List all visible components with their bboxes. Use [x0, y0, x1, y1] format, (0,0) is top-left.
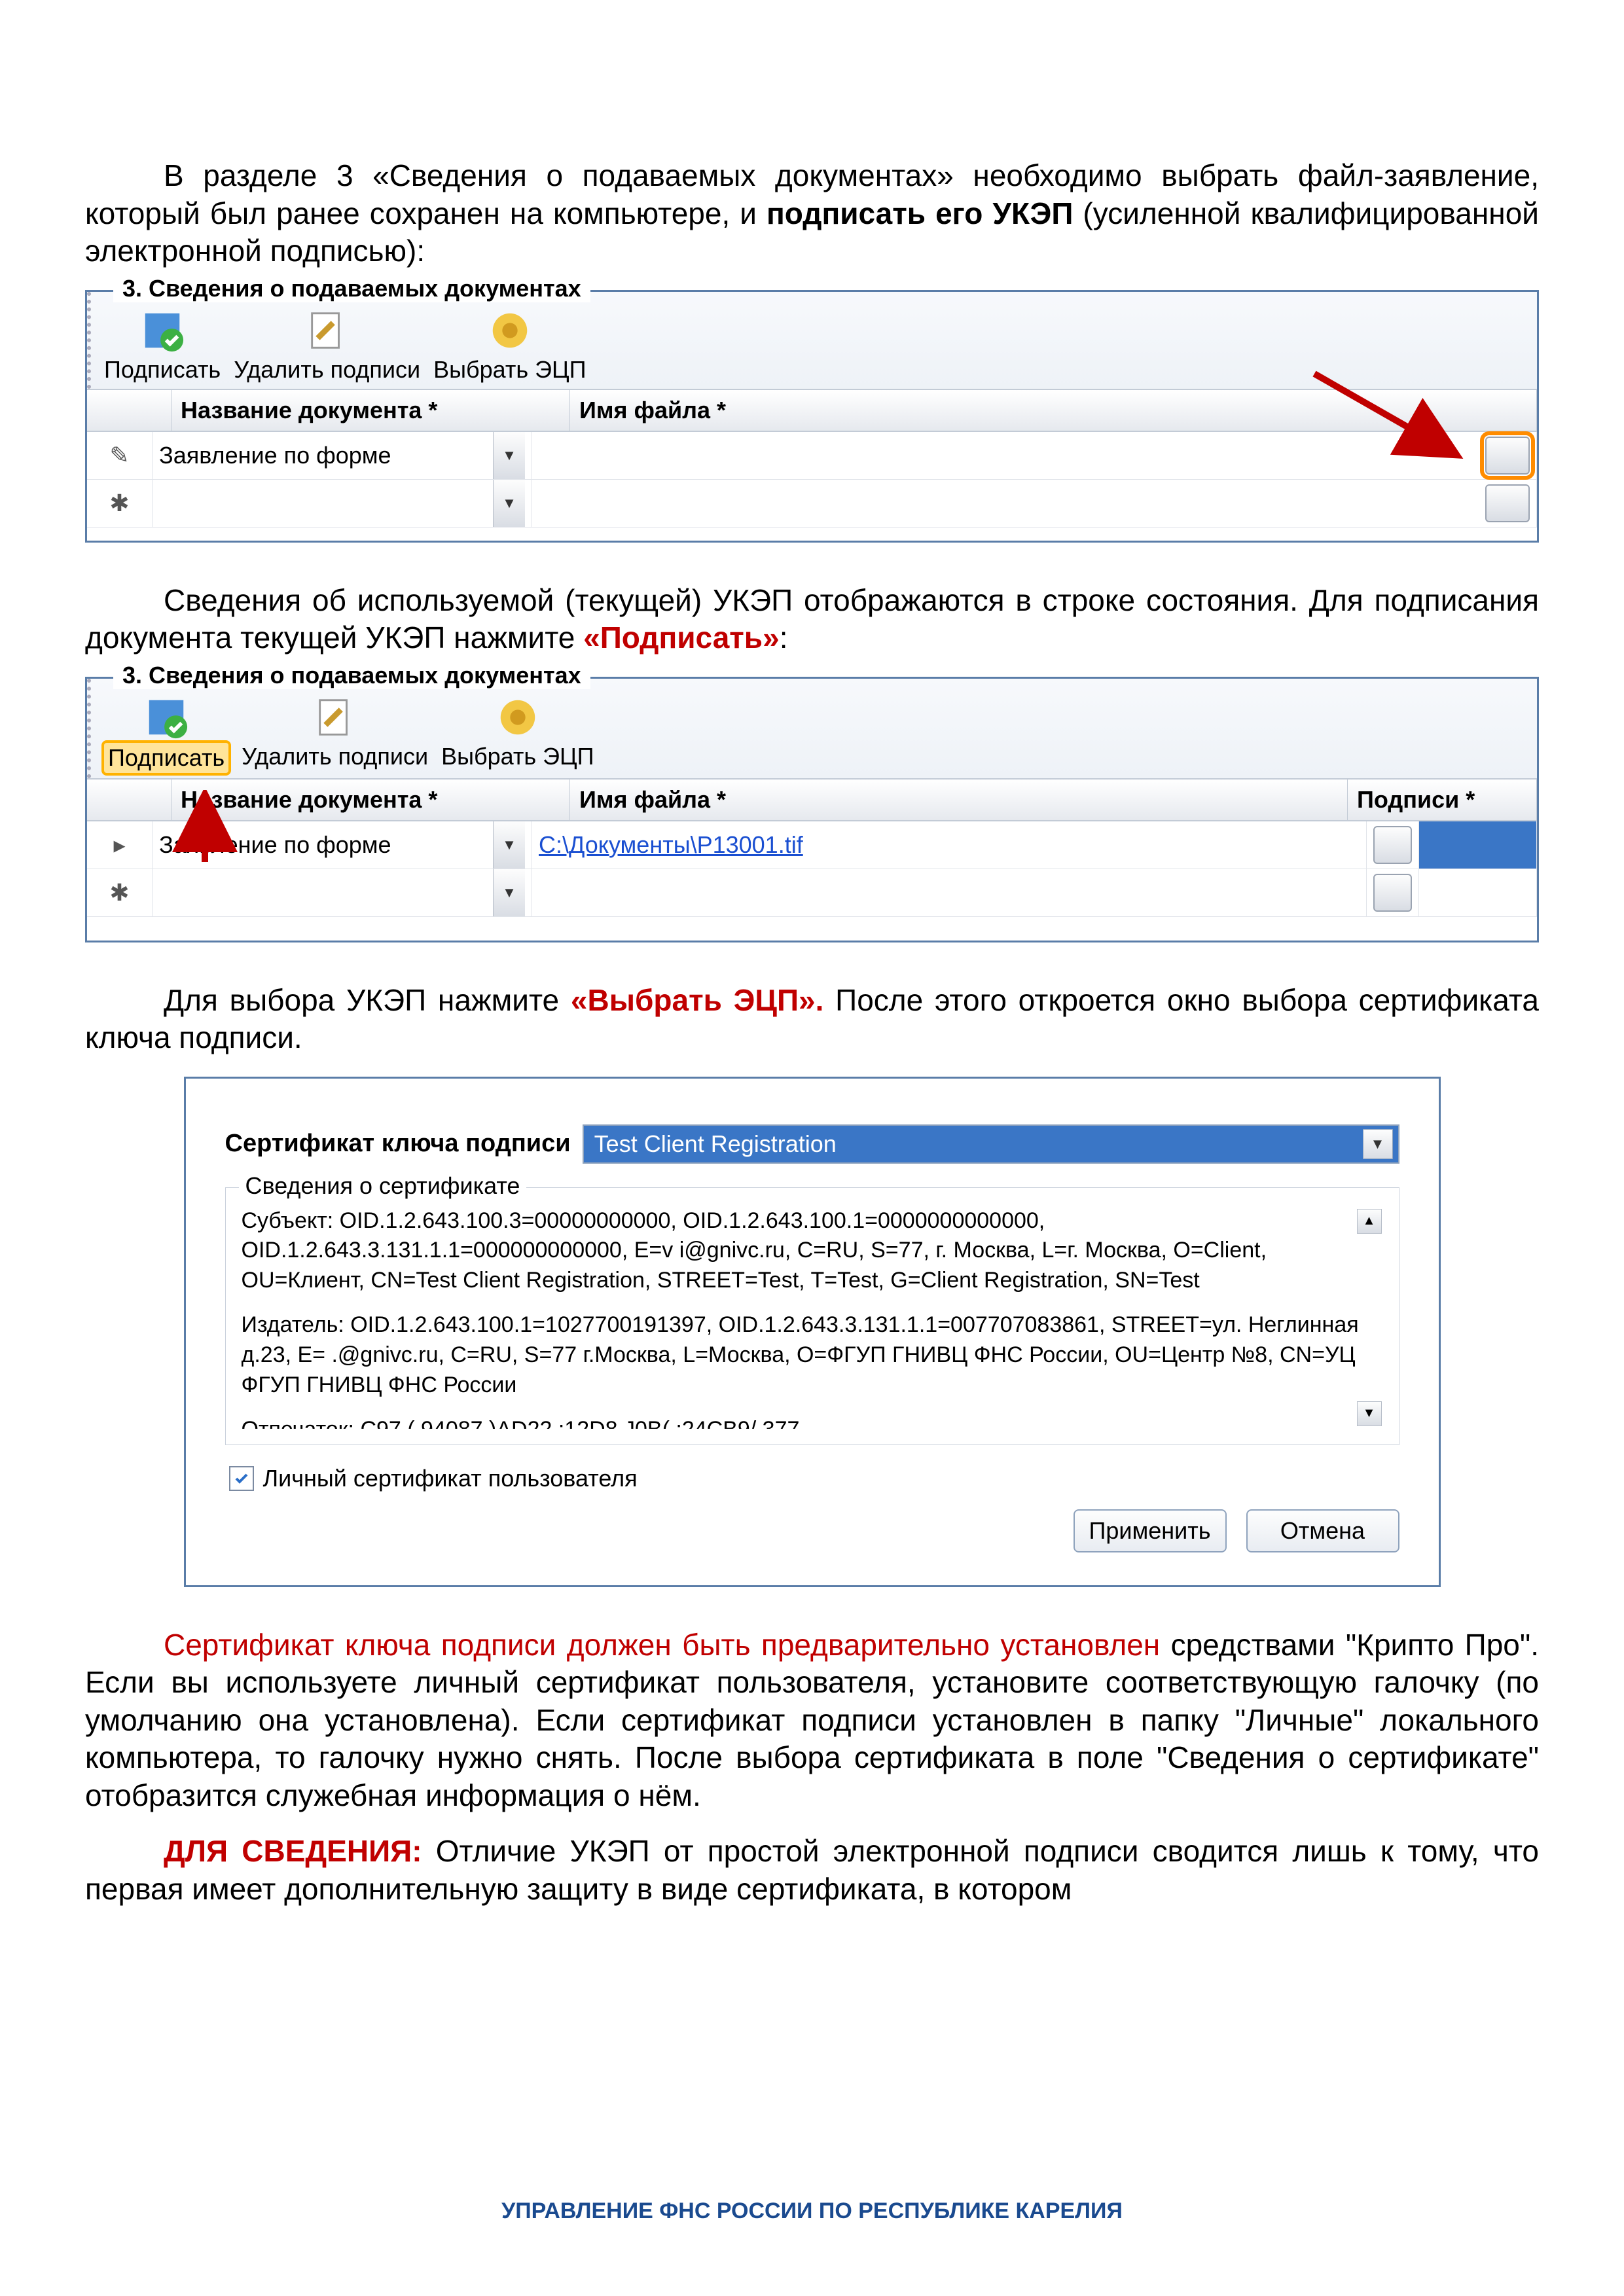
- paragraph-3: Для выбора УКЭП нажмите «Выбрать ЭЦП». П…: [85, 982, 1539, 1057]
- scroll-down-icon[interactable]: ▼: [1357, 1401, 1382, 1426]
- combo-value: Заявление по форме: [159, 831, 391, 859]
- text-red-bold: ДЛЯ СВЕДЕНИЯ:: [164, 1834, 422, 1868]
- seal-icon: [495, 694, 541, 740]
- personal-cert-checkbox[interactable]: [229, 1466, 254, 1491]
- sign-button[interactable]: Подписать: [104, 308, 221, 384]
- eraser-icon: [312, 694, 358, 740]
- col-doc-name: Название документа *: [171, 780, 570, 820]
- page-footer: УПРАВЛЕНИЕ ФНС РОССИИ ПО РЕСПУБЛИКЕ КАРЕ…: [0, 2198, 1624, 2224]
- delete-signatures-button[interactable]: Удалить подписи: [242, 694, 428, 773]
- table-row[interactable]: ✎ Заявление по форме ▼: [87, 432, 1537, 480]
- label: Удалить подписи: [242, 743, 428, 770]
- seal-icon: [487, 308, 533, 353]
- label: Выбрать ЭЦП: [441, 743, 594, 770]
- text-red: «Подписать»: [583, 620, 780, 655]
- col-file-name: Имя файла *: [570, 780, 1348, 820]
- browse-file-button[interactable]: [1373, 826, 1412, 864]
- cert-key-label: Сертификат ключа подписи: [225, 1130, 571, 1158]
- paragraph-4: Сертификат ключа подписи должен быть пре…: [85, 1626, 1539, 1815]
- cancel-button[interactable]: Отмена: [1246, 1509, 1399, 1552]
- text: :: [780, 620, 788, 655]
- sign-icon: [143, 694, 189, 740]
- paragraph-2: Сведения об используемой (текущей) УКЭП …: [85, 582, 1539, 657]
- col-signatures: Подписи *: [1348, 780, 1537, 820]
- text-red: «Выбрать ЭЦП».: [571, 983, 824, 1017]
- documents-panel-1: 3. Сведения о подаваемых документах Подп…: [85, 290, 1539, 543]
- certificate-dialog: Сертификат ключа подписи Test Client Reg…: [184, 1077, 1441, 1587]
- label: Применить: [1089, 1517, 1210, 1545]
- panel-toolbar: Подписать Удалить подписи Выбрать ЭЦП: [87, 292, 1537, 389]
- intro-paragraph-1: В разделе 3 «Сведения о подаваемых докум…: [85, 157, 1539, 270]
- choose-cert-button[interactable]: Выбрать ЭЦП: [433, 308, 586, 384]
- text-bold: подписать его УКЭП: [767, 196, 1073, 230]
- cert-select[interactable]: Test Client Registration ▼: [583, 1124, 1399, 1164]
- cert-info-group: Сведения о сертификате Субъект: OID.1.2.…: [225, 1187, 1399, 1445]
- file-path-link[interactable]: C:\Документы\P13001.tif: [539, 831, 803, 859]
- choose-cert-button[interactable]: Выбрать ЭЦП: [441, 694, 594, 773]
- doc-type-combo[interactable]: Заявление по форме ▼: [159, 821, 525, 869]
- grid-header: Название документа * Имя файла *: [87, 389, 1537, 432]
- group-title: Сведения о сертификате: [239, 1172, 527, 1200]
- doc-type-combo[interactable]: ▼: [159, 480, 525, 527]
- row-indicator-icon: ✎: [87, 432, 153, 479]
- text-red: Сертификат ключа подписи должен быть пре…: [164, 1628, 1160, 1662]
- label: Отмена: [1280, 1517, 1365, 1545]
- table-row[interactable]: ✱ ▼: [87, 480, 1537, 528]
- new-row-icon: ✱: [87, 480, 153, 527]
- cert-selected-value: Test Client Registration: [594, 1130, 837, 1158]
- apply-button[interactable]: Применить: [1074, 1509, 1227, 1552]
- cert-info-textarea[interactable]: Субъект: OID.1.2.643.100.3=00000000000, …: [242, 1206, 1383, 1429]
- sign-button[interactable]: Подписать: [104, 694, 228, 773]
- col-file-name: Имя файла *: [570, 390, 1537, 431]
- new-row-icon: ✱: [87, 869, 153, 916]
- sign-icon: [139, 308, 185, 353]
- checkbox-label: Личный сертификат пользователя: [263, 1465, 638, 1492]
- chevron-down-icon[interactable]: ▼: [493, 869, 525, 916]
- scrollbar[interactable]: ▲ ▼: [1357, 1206, 1383, 1429]
- signatures-cell[interactable]: [1419, 821, 1537, 869]
- browse-file-button[interactable]: [1485, 437, 1530, 475]
- delete-signatures-button[interactable]: Удалить подписи: [234, 308, 420, 384]
- documents-panel-2: 3. Сведения о подаваемых документах Подп…: [85, 677, 1539, 942]
- panel-toolbar: Подписать Удалить подписи Выбрать ЭЦП: [87, 679, 1537, 778]
- col-doc-name: Название документа *: [171, 390, 570, 431]
- panel-title: 3. Сведения о подаваемых документах: [113, 662, 590, 689]
- table-row[interactable]: ✱ ▼: [87, 869, 1537, 917]
- label: Выбрать ЭЦП: [433, 356, 586, 384]
- doc-type-combo[interactable]: ▼: [159, 869, 525, 916]
- scroll-up-icon[interactable]: ▲: [1357, 1209, 1382, 1234]
- grid-header: Название документа * Имя файла * Подписи…: [87, 778, 1537, 821]
- browse-file-button[interactable]: [1485, 484, 1530, 522]
- text: Сведения об используемой (текущей) УКЭП …: [85, 583, 1539, 655]
- chevron-down-icon[interactable]: ▼: [1363, 1129, 1393, 1159]
- cert-thumbprint-line: Отпечаток: C97 ( 94087 )AD22 :12D8 J0B( …: [242, 1415, 1383, 1429]
- cert-subject-line: Субъект: OID.1.2.643.100.3=00000000000, …: [242, 1206, 1383, 1297]
- browse-file-button[interactable]: [1373, 874, 1412, 912]
- chevron-down-icon[interactable]: ▼: [493, 432, 525, 479]
- panel-title: 3. Сведения о подаваемых документах: [113, 275, 590, 302]
- current-row-icon: ▸: [87, 821, 153, 869]
- doc-type-combo[interactable]: Заявление по форме ▼: [159, 432, 525, 479]
- label: Подписать: [104, 356, 221, 384]
- chevron-down-icon[interactable]: ▼: [493, 821, 525, 869]
- paragraph-5: ДЛЯ СВЕДЕНИЯ: Отличие УКЭП от простой эл…: [85, 1833, 1539, 1908]
- table-row[interactable]: ▸ Заявление по форме ▼ C:\Документы\P130…: [87, 821, 1537, 869]
- chevron-down-icon[interactable]: ▼: [493, 480, 525, 527]
- label: Удалить подписи: [234, 356, 420, 384]
- eraser-icon: [304, 308, 350, 353]
- text: Для выбора УКЭП нажмите: [164, 983, 571, 1017]
- cert-issuer-line: Издатель: OID.1.2.643.100.1=102770019139…: [242, 1310, 1383, 1401]
- label-highlighted: Подписать: [104, 743, 228, 773]
- combo-value: Заявление по форме: [159, 442, 391, 469]
